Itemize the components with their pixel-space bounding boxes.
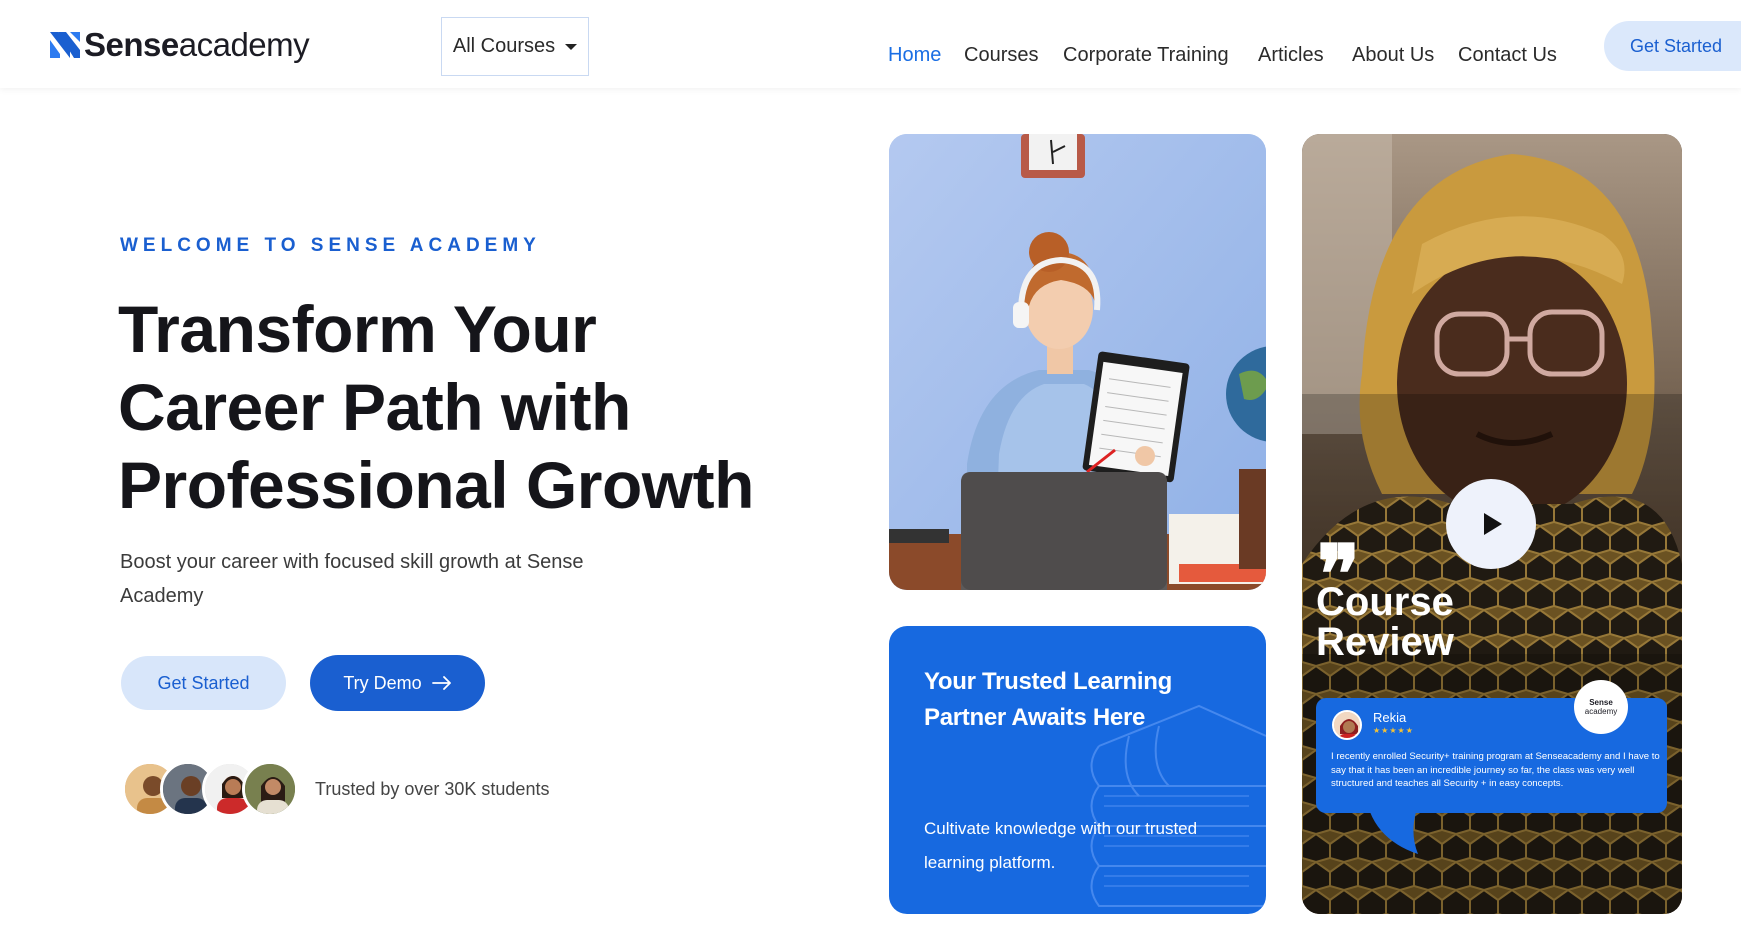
play-icon (1484, 513, 1502, 535)
badge-brand-rest: academy (1584, 707, 1618, 716)
arrow-right-icon (431, 676, 451, 690)
try-demo-label: Try Demo (343, 672, 422, 693)
avatar (242, 761, 298, 817)
course-review-title: Course Review (1316, 580, 1454, 664)
student-photo-card (889, 134, 1266, 590)
course-review-video-card[interactable]: ❞ Course Review Rekia ★★★★★ I recently e… (1302, 134, 1682, 914)
site-header: Senseacademy All Courses Home Courses Co… (0, 0, 1741, 88)
try-demo-button[interactable]: Try Demo (310, 655, 485, 711)
badge-brand-bold: Sense (1589, 698, 1613, 707)
sense-academy-badge: Sense academy (1574, 680, 1628, 734)
hero-title: Transform Your Career Path with Professi… (118, 292, 754, 522)
brand-name: Senseacademy (84, 26, 310, 63)
nav-articles[interactable]: Articles (1258, 44, 1324, 67)
trusted-by-text: Trusted by over 30K students (315, 779, 550, 799)
all-courses-dropdown[interactable]: All Courses (441, 17, 589, 76)
hero-get-started-button[interactable]: Get Started (121, 656, 286, 710)
student-photo (889, 134, 1266, 590)
header-get-started-button[interactable]: Get Started (1604, 21, 1741, 71)
student-avatars (122, 761, 322, 817)
chevron-down-icon (565, 43, 578, 50)
review-text: I recently enrolled Security+ training p… (1331, 751, 1660, 789)
review-bubble: Rekia ★★★★★ I recently enrolled Security… (1316, 680, 1667, 813)
hero-eyebrow: WELCOME TO SENSE ACADEMY (120, 235, 541, 256)
trusted-card-subtitle: Cultivate knowledge with our trusted lea… (924, 819, 1198, 872)
reviewer-avatar (1332, 710, 1362, 740)
nav-courses[interactable]: Courses (964, 44, 1038, 67)
trusted-card-title: Your Trusted Learning Partner Awaits Her… (924, 668, 1172, 731)
nav-contact-us[interactable]: Contact Us (1458, 44, 1557, 67)
brand-logo[interactable]: Senseacademy (48, 24, 310, 66)
brand-logo-icon (50, 32, 80, 58)
nav-corporate-training[interactable]: Corporate Training (1063, 44, 1229, 67)
play-video-button[interactable] (1446, 479, 1536, 569)
speech-bubble-tail (1362, 812, 1418, 854)
nav-home[interactable]: Home (888, 44, 941, 67)
rating-stars: ★★★★★ (1373, 726, 1414, 735)
trusted-partner-card: Your Trusted Learning Partner Awaits Her… (889, 626, 1266, 914)
all-courses-label: All Courses (452, 35, 556, 57)
hero-subtitle: Boost your career with focused skill gro… (120, 551, 584, 607)
nav-about-us[interactable]: About Us (1352, 44, 1434, 67)
reviewer-name: Rekia (1373, 710, 1407, 725)
